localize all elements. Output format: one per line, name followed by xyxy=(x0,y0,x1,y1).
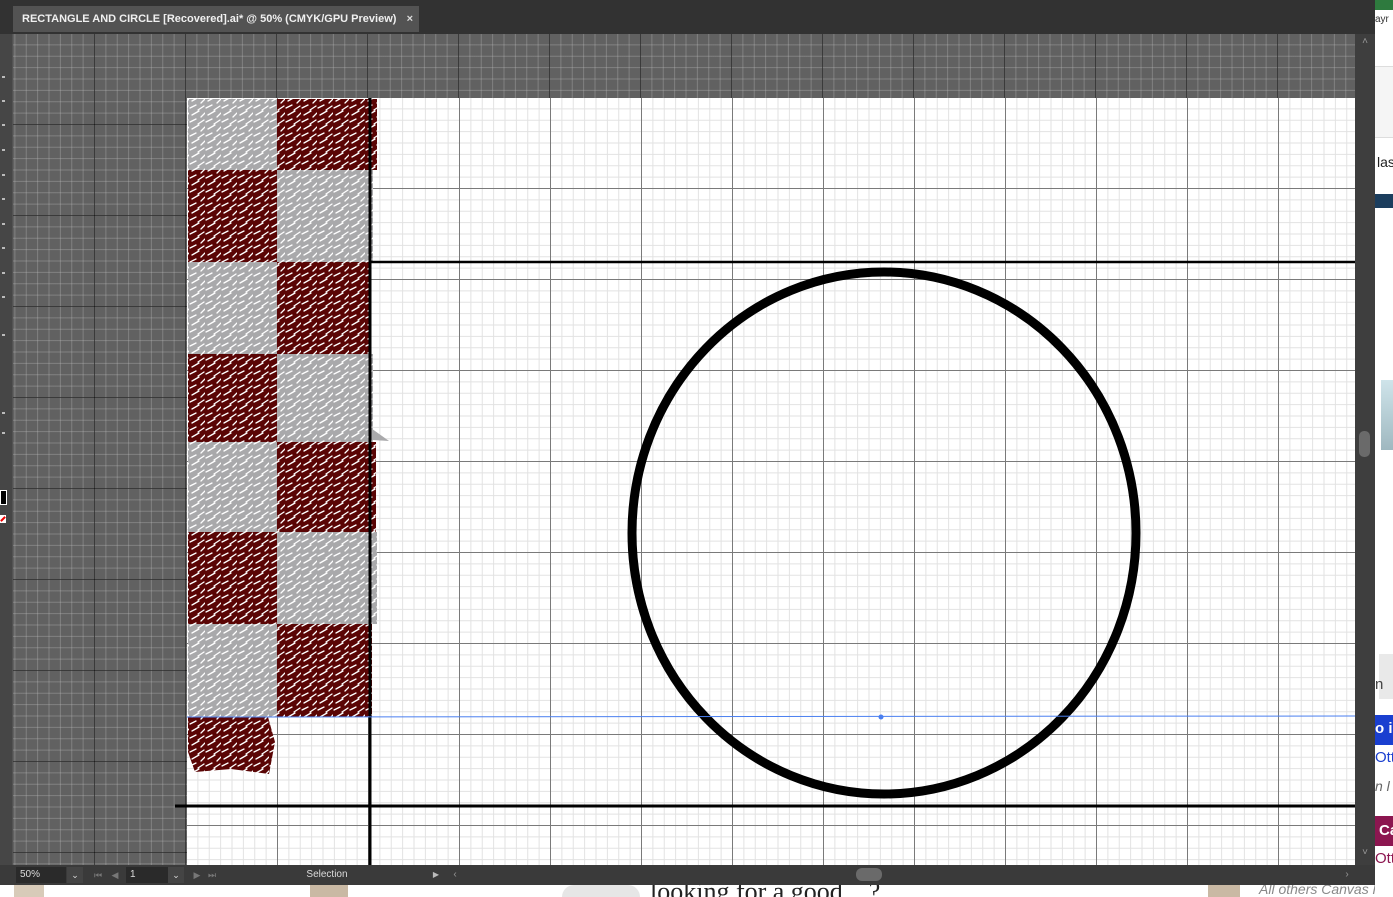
bg-navy-bar xyxy=(1375,194,1393,208)
checker-tile-dark-partial xyxy=(188,717,275,774)
checker-tile-dark xyxy=(188,170,277,262)
vertical-scrollbar[interactable]: ˄ ˅ xyxy=(1355,34,1375,865)
zoom-level-field[interactable]: 50% xyxy=(16,867,66,883)
bg-text-fragment: looking for a good ...? xyxy=(650,885,880,897)
checker-tile-dark xyxy=(277,624,372,717)
illustrator-window: RECTANGLE AND CIRCLE [Recovered].ai* @ 5… xyxy=(0,0,1375,885)
horizontal-scroll-thumb[interactable] xyxy=(856,868,882,881)
artboard-number-field[interactable]: 1 xyxy=(126,867,168,883)
artwork-layer xyxy=(175,98,1355,865)
bg-image-fragment xyxy=(310,885,348,897)
last-artboard-icon[interactable]: ⏭ xyxy=(206,867,218,883)
checker-tile-light xyxy=(188,442,277,532)
scroll-down-icon[interactable]: ˅ xyxy=(1355,847,1375,861)
tool-marker[interactable] xyxy=(2,124,5,126)
checker-tile-dark xyxy=(188,532,277,624)
bg-text-fragment: Ott xyxy=(1375,850,1393,867)
bg-text-fragment: o i xyxy=(1375,720,1393,737)
status-menu-icon[interactable]: ▶ xyxy=(430,867,442,883)
bg-text-fragment: ayr xyxy=(1375,14,1389,25)
checker-tile-light xyxy=(188,262,277,354)
tool-marker[interactable] xyxy=(2,149,5,151)
current-tool-status: Selection xyxy=(306,869,348,880)
tool-marker[interactable] xyxy=(2,247,5,249)
background-window-bottom: looking for a good ...? All others Canva… xyxy=(0,885,1375,897)
bg-text-fragment: Ca xyxy=(1379,822,1393,839)
tool-marker[interactable] xyxy=(2,100,5,102)
checker-tile-light xyxy=(188,624,277,717)
checker-tile-dark xyxy=(277,442,376,532)
tool-marker[interactable] xyxy=(2,272,5,274)
tool-marker[interactable] xyxy=(2,174,5,176)
tool-marker[interactable] xyxy=(2,198,5,200)
bg-text-fragment: Ott xyxy=(1375,749,1393,766)
tool-marker[interactable] xyxy=(2,432,5,434)
bg-text-fragment: n l xyxy=(1375,778,1390,794)
checker-tile-light xyxy=(188,99,277,170)
vertical-scroll-thumb[interactable] xyxy=(1359,431,1370,457)
checker-tile-light xyxy=(277,532,377,624)
document-tab-title: RECTANGLE AND CIRCLE [Recovered].ai* @ 5… xyxy=(22,13,397,25)
chevron-down-icon[interactable]: ⌄ xyxy=(168,867,184,883)
fill-none-icon[interactable] xyxy=(0,515,6,523)
tool-marker[interactable] xyxy=(2,334,5,336)
background-window-right: ayr las n o i Ott n l Ca Ott xyxy=(1375,0,1393,897)
close-icon[interactable]: × xyxy=(407,6,413,32)
tool-marker[interactable] xyxy=(2,412,5,414)
tool-marker[interactable] xyxy=(2,76,5,78)
app-icon xyxy=(1375,0,1393,10)
chevron-down-icon[interactable]: ⌄ xyxy=(67,867,83,883)
scroll-left-icon[interactable]: ‹ xyxy=(449,867,461,883)
first-artboard-icon[interactable]: ⏮ xyxy=(92,867,104,883)
bg-image-fragment xyxy=(1208,885,1240,897)
bg-text-fragment: las xyxy=(1377,154,1393,170)
document-canvas[interactable] xyxy=(13,34,1355,865)
bg-image-fragment xyxy=(14,885,44,897)
status-bar: 50% ⌄ ⏮ ◀ 1 ⌄ ▶ ⏭ Selection ▶ ‹ › xyxy=(0,865,1375,885)
bg-text-fragment: All others Canvas l xyxy=(1259,885,1375,897)
checker-tile-dark xyxy=(188,354,277,442)
bg-panel xyxy=(1375,66,1393,138)
scroll-right-icon[interactable]: › xyxy=(1341,867,1353,883)
checker-tile-dark xyxy=(277,262,370,354)
checker-tile-light xyxy=(277,170,373,262)
circle-shape[interactable] xyxy=(627,267,1141,799)
previous-artboard-icon[interactable]: ◀ xyxy=(109,867,121,883)
bg-image-fragment xyxy=(562,885,640,897)
checker-tile-light xyxy=(277,354,373,442)
checkerboard-brush-rectangle[interactable] xyxy=(188,99,389,774)
stroke-swatch-icon[interactable] xyxy=(0,490,7,505)
tool-marker[interactable] xyxy=(2,223,5,225)
next-artboard-icon[interactable]: ▶ xyxy=(191,867,203,883)
tool-marker[interactable] xyxy=(2,296,5,298)
scroll-up-icon[interactable]: ˄ xyxy=(1355,36,1375,50)
bg-photo-strip xyxy=(1381,380,1393,450)
tools-panel-edge xyxy=(0,34,12,885)
bg-text-fragment: n xyxy=(1375,676,1384,693)
document-tab-bar: RECTANGLE AND CIRCLE [Recovered].ai* @ 5… xyxy=(0,0,1375,34)
anchor-point-handle[interactable] xyxy=(878,714,884,720)
checker-tile-dark xyxy=(277,99,377,170)
document-tab[interactable]: RECTANGLE AND CIRCLE [Recovered].ai* @ 5… xyxy=(13,6,419,32)
